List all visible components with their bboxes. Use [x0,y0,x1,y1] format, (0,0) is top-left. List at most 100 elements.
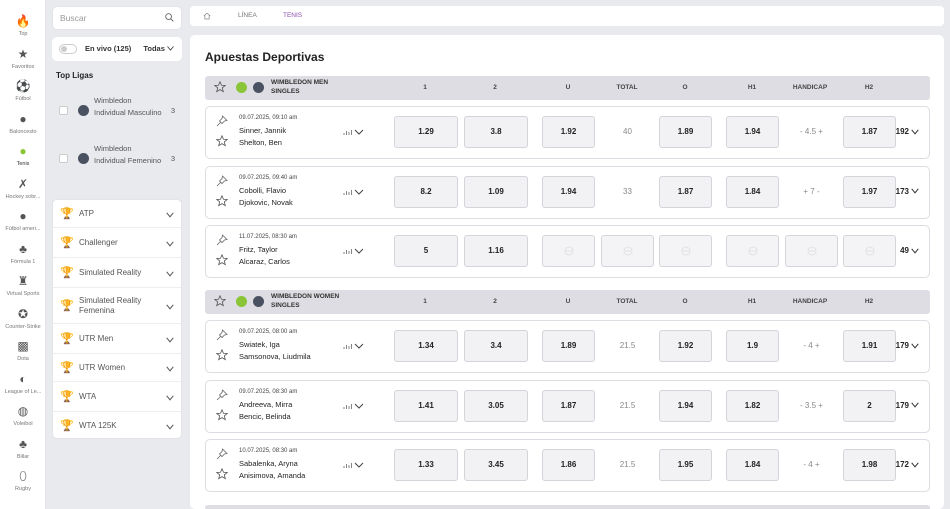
odds-button-o2[interactable]: 1.16 [464,235,528,267]
live-toggle[interactable] [59,44,77,54]
away-player[interactable]: Alcaraz, Carlos [239,257,290,266]
odds-button-h1[interactable]: 1.84 [726,449,779,481]
star-icon[interactable] [216,408,228,421]
odds-button-o2[interactable]: 3.45 [464,449,528,481]
more-markets-button[interactable]: 172 [896,460,919,469]
category-item[interactable]: 🏆 Simulated Reality [53,258,181,288]
odds-button-o2[interactable]: 3.05 [464,389,528,422]
home-player[interactable]: Sabalenka, Aryna [239,459,298,468]
odds-button-h2[interactable]: 1.91 [843,330,896,362]
odds-button-h1[interactable]: 1.9 [726,330,779,362]
rail-item-label: Favoritos [11,63,35,70]
live-filter-select[interactable]: Todas [143,44,174,53]
odds-locked-total [601,235,654,267]
chevron-down-icon [911,248,919,254]
more-markets-button[interactable]: 179 [896,341,919,350]
away-player[interactable]: Anisimova, Amanda [239,471,305,480]
stats-icon[interactable] [342,187,366,197]
star-icon[interactable] [216,194,228,207]
more-markets-button[interactable]: 173 [896,187,919,196]
odds-button-h2[interactable]: 1.97 [843,175,896,208]
category-item[interactable]: 🏆 ATP [53,200,181,228]
odds-button-o2[interactable]: 1.09 [464,175,528,208]
odds-button-o1[interactable]: 5 [394,235,458,267]
odds-button-o[interactable]: 1.89 [659,116,712,148]
pin-icon[interactable] [216,329,228,341]
odds-button-h2[interactable]: 1.87 [843,116,896,148]
away-player[interactable]: Djokovic, Novak [239,198,293,207]
odds-button-o2[interactable]: 3.8 [464,116,528,148]
top-league-item[interactable]: Wimbledon Individual Masculino 3 [52,93,182,139]
trophy-icon: 🏆 [60,208,74,220]
odds-button-o2[interactable]: 3.4 [464,330,528,362]
odds-button-o[interactable]: 1.95 [659,449,712,481]
odds-button-o1[interactable]: 1.33 [394,449,458,481]
category-item[interactable]: 🏆 Challenger [53,228,181,258]
pin-icon[interactable] [216,448,228,460]
home-player[interactable]: Andreeva, Mirra [239,400,292,409]
stats-icon[interactable] [342,246,366,256]
star-icon[interactable] [216,349,228,361]
odds-button-o1[interactable]: 1.41 [394,389,458,422]
breadcrumb-linea[interactable]: LÍNEA [238,6,257,26]
pin-icon[interactable] [216,234,228,246]
home-player[interactable]: Swiatek, Iga [239,340,280,349]
league-checkbox[interactable] [59,106,68,115]
stats-icon[interactable] [342,460,366,470]
league-checkbox[interactable] [59,154,68,163]
odds-button-u[interactable]: 1.94 [542,175,595,208]
odds-button-h2[interactable]: 2 [843,389,896,422]
more-markets-button[interactable]: 192 [896,127,919,136]
home-player[interactable]: Sinner, Jannik [239,126,286,135]
rail-item-rugby[interactable]: ⬯ Rugby [0,461,45,503]
search-icon[interactable] [165,13,174,22]
stats-icon[interactable] [342,127,366,137]
stats-icon[interactable] [342,341,366,351]
odds-button-u[interactable]: 1.87 [542,389,595,422]
star-icon[interactable] [214,81,226,93]
star-icon[interactable] [216,254,228,266]
lock-icon [807,246,816,256]
category-item[interactable]: 🏆 UTR Women [53,354,181,382]
category-item[interactable]: 🏆 Simulated Reality Femenina [53,288,181,324]
odds-button-h1[interactable]: 1.94 [726,116,779,148]
away-player[interactable]: Shelton, Ben [239,138,282,147]
home-icon[interactable] [203,12,211,20]
breadcrumb-tenis[interactable]: TENIS [283,6,302,26]
search-input[interactable]: Buscar [52,6,182,30]
odds-button-h1[interactable]: 1.82 [726,389,779,422]
more-markets-button[interactable]: 179 [896,401,919,410]
odds-button-u[interactable]: 1.92 [542,116,595,148]
home-player[interactable]: Cobolli, Flavio [239,186,286,195]
pin-icon[interactable] [216,174,228,187]
category-item[interactable]: 🏆 WTA 125K [53,412,181,440]
stats-icon[interactable] [342,401,366,411]
odds-button-u[interactable]: 1.89 [542,330,595,362]
odds-button-o1[interactable]: 1.34 [394,330,458,362]
home-player[interactable]: Fritz, Taylor [239,245,278,254]
category-item[interactable]: 🏆 WTA [53,382,181,412]
odds-button-h1[interactable]: 1.84 [726,175,779,208]
odds-button-o1[interactable]: 8.2 [394,175,458,208]
top-league-item[interactable]: Wimbledon Individual Femenino 3 [52,141,182,187]
chevron-down-icon [911,129,919,135]
away-player[interactable]: Bencic, Belinda [239,412,291,421]
odds-button-o1[interactable]: 1.29 [394,116,458,148]
match-row: 09.07.2025, 08:00 am Swiatek, Iga Samsonov… [205,320,930,373]
star-icon[interactable] [216,468,228,480]
odds-button-u[interactable]: 1.86 [542,449,595,481]
league-sidebar: Buscar En vivo (125) Todas Top Ligas Wim… [52,6,182,439]
category-item[interactable]: 🏆 UTR Men [53,324,181,354]
hockey-icon: ✗ [17,176,29,191]
odds-button-o[interactable]: 1.92 [659,330,712,362]
star-icon[interactable] [214,295,226,307]
more-markets-button[interactable]: 49 [900,246,919,255]
pin-icon[interactable] [216,388,228,401]
star-icon[interactable] [216,135,228,147]
odds-button-o[interactable]: 1.87 [659,175,712,208]
odds-button-o[interactable]: 1.94 [659,389,712,422]
rail-item-label: Dota [17,356,29,362]
away-player[interactable]: Samsonova, Liudmila [239,352,311,361]
pin-icon[interactable] [216,115,228,127]
odds-button-h2[interactable]: 1.98 [843,449,896,481]
